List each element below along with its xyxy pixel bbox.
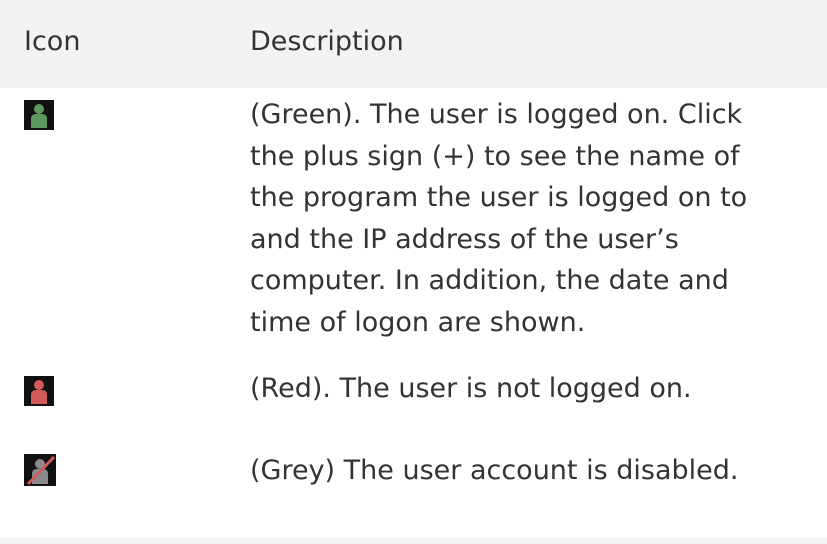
header-icon-column: Icon xyxy=(24,26,81,57)
user-red-icon xyxy=(24,376,54,406)
description-cell: (Red). The user is not logged on. xyxy=(250,373,692,404)
icon-description-table: Icon Description (Green). The user is lo… xyxy=(0,0,827,544)
user-disabled-icon xyxy=(24,454,56,486)
header-description-column: Description xyxy=(250,26,404,57)
table-bottom-border xyxy=(0,538,827,544)
description-cell: (Grey) The user account is disabled. xyxy=(250,455,739,486)
table-header-row: Icon Description xyxy=(0,0,827,88)
user-green-icon xyxy=(24,100,54,130)
table-row: (Green). The user is logged on. Click th… xyxy=(0,88,827,360)
icon-cell xyxy=(24,376,54,406)
description-cell: (Green). The user is logged on. Click th… xyxy=(250,99,748,338)
table-row: (Red). The user is not logged on. xyxy=(0,360,827,436)
icon-cell xyxy=(24,100,54,130)
table-row: (Grey) The user account is disabled. xyxy=(0,436,827,538)
icon-cell xyxy=(24,454,56,486)
